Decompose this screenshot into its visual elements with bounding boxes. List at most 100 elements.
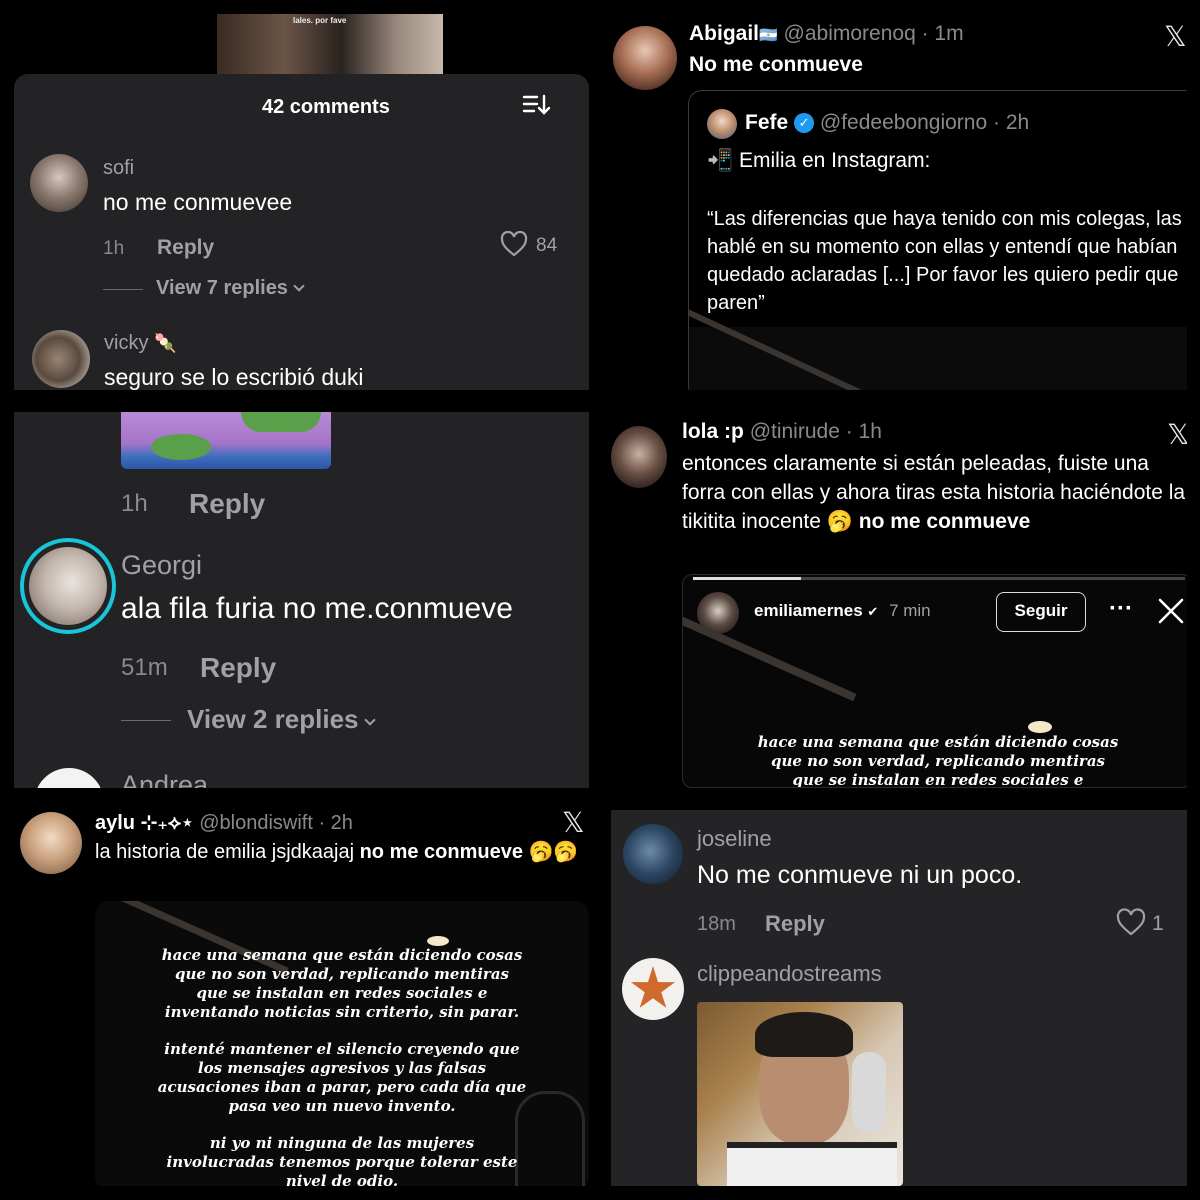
comment-time: 18m: [697, 913, 736, 935]
story-ring[interactable]: [20, 538, 116, 634]
comment-username[interactable]: joseline: [697, 826, 772, 852]
story-text-line: involucradas tenemos porque tolerar este: [166, 1153, 518, 1171]
avatar: [29, 547, 107, 625]
story-text-line: ni yo ni ninguna de las mujeres: [209, 1134, 475, 1152]
reply-button[interactable]: Reply: [200, 652, 276, 684]
story-bokeh: [1028, 721, 1052, 733]
like-count: 1: [1152, 912, 1164, 935]
post-username[interactable]: Abigail: [689, 22, 759, 45]
verified-badge-icon: ✔: [867, 604, 879, 619]
post-text-bold: no me conmueve: [359, 841, 523, 863]
x-logo-icon[interactable]: 𝕏: [1164, 20, 1187, 53]
story-text-line: inventando noticias sin criterio, sin pa…: [164, 1003, 520, 1021]
avatar[interactable]: [20, 812, 82, 874]
comment-username[interactable]: vicky 🍡: [104, 332, 176, 355]
story-text-line: nivel de odio.: [285, 1172, 399, 1186]
post-handle-time[interactable]: @blondiswift · 2h: [199, 812, 353, 834]
story-progress-fill: [693, 577, 802, 580]
quoted-handle-time: @fedeebongiorno · 2h: [819, 111, 1030, 134]
gif-headphones: [852, 1052, 886, 1132]
comment-time: 51m: [121, 654, 168, 681]
heart-icon[interactable]: [1116, 908, 1146, 941]
chevron-down-icon: [363, 714, 376, 726]
gif-person-hair: [755, 1012, 853, 1057]
panel-tiktok-comments-3: joseline No me conmueve ni un poco. 18m …: [611, 810, 1187, 1186]
story-text-line: hace una semana que están diciendo cosas: [161, 946, 523, 964]
post-text-bold: no me conmueve: [858, 510, 1031, 533]
sticker-hand: [151, 434, 211, 460]
comment-time: 1h: [121, 490, 148, 517]
sticker-hand: [241, 412, 321, 432]
follow-button[interactable]: Seguir: [996, 592, 1086, 632]
post-username[interactable]: lola :p: [682, 420, 744, 443]
comment-username[interactable]: sofi: [103, 157, 134, 180]
avatar[interactable]: [30, 154, 88, 212]
comment-gif-image[interactable]: [697, 1002, 903, 1186]
chevron-down-icon: [293, 280, 305, 292]
username-label: vicky: [104, 332, 149, 354]
comment-text: ala fila furia no me.conmueve: [121, 592, 513, 625]
story-text-line: que se instalan en redes sociales e: [792, 771, 1084, 788]
story-progress-bar: [693, 577, 1185, 580]
story-light-streak: [683, 616, 857, 702]
more-icon[interactable]: ···: [1109, 595, 1133, 623]
avatar[interactable]: [623, 824, 683, 884]
avatar[interactable]: [611, 426, 667, 488]
x-logo-icon[interactable]: 𝕏: [562, 810, 585, 839]
sort-icon[interactable]: [522, 93, 552, 117]
avatar: [707, 109, 737, 139]
comments-count: 42 comments: [262, 96, 390, 118]
comment-username[interactable]: clippeandostreams: [697, 961, 882, 987]
video-thumbnail[interactable]: lales. por fave: [217, 14, 443, 74]
comment-text: No me conmueve ni un poco.: [697, 861, 1023, 889]
replies-divider: [103, 289, 143, 290]
quoted-header: Fefe ✓ @fedeebongiorno · 2h: [745, 111, 1029, 135]
post-username[interactable]: aylu ⊹₊⟡⋆: [95, 812, 194, 834]
x-logo-icon[interactable]: 𝕏: [1167, 418, 1187, 451]
story-text-line: intenté mantener el silencio creyendo qu…: [164, 1040, 520, 1058]
panel-tiktok-comments-1: lales. por fave 42 comments sofi no me c…: [14, 14, 589, 390]
quoted-post[interactable]: Fefe ✓ @fedeebongiorno · 2h 📲 Emilia en …: [688, 90, 1187, 390]
media-light-streak: [689, 305, 861, 390]
quoted-line1: 📲 Emilia en Instagram:: [707, 149, 931, 172]
yawn-emoji: 🥱🥱: [528, 841, 579, 863]
view-replies-button[interactable]: View 7 replies: [156, 277, 305, 300]
avatar[interactable]: [32, 330, 90, 388]
quoted-media: [689, 305, 1187, 390]
reply-button[interactable]: Reply: [157, 236, 214, 260]
view-replies-label: View 7 replies: [156, 277, 288, 299]
heart-icon[interactable]: [500, 230, 528, 262]
reply-button[interactable]: Reply: [765, 911, 825, 937]
reply-button[interactable]: Reply: [189, 488, 265, 520]
story-text-line: pasa veo un nuevo invento.: [228, 1097, 456, 1115]
sticker-image: [121, 412, 331, 469]
panel-x-post-lola: lola :p @tinirude · 1h 𝕏 entonces claram…: [611, 412, 1187, 788]
post-text: No me conmueve: [689, 53, 863, 76]
post-header: Abigail🇦🇷 @abimorenoq · 1m: [689, 22, 964, 46]
avatar-star: [630, 966, 676, 1008]
post-header: lola :p @tinirude · 1h: [682, 420, 882, 444]
dango-emoji: 🍡: [154, 333, 177, 353]
close-icon[interactable]: [1157, 597, 1185, 630]
story-bokeh: [427, 936, 449, 946]
gif-shirt: [727, 1142, 897, 1186]
avatar[interactable]: [622, 958, 684, 1020]
panel-x-post-abigail: Abigail🇦🇷 @abimorenoq · 1m 𝕏 No me conmu…: [611, 14, 1187, 390]
post-media-story[interactable]: hace una semana que están diciendo cosas…: [95, 901, 589, 1186]
comment-username[interactable]: Georgi: [121, 550, 202, 581]
story-time: 7 min: [889, 601, 931, 620]
comment-username[interactable]: Andrea: [121, 770, 208, 788]
post-header: aylu ⊹₊⟡⋆ @blondiswift · 2h: [95, 810, 353, 835]
post-text: la historia de emilia jsjdkaajaj no me c…: [95, 838, 585, 866]
story-username: emiliamernes: [754, 601, 863, 620]
avatar[interactable]: [613, 26, 677, 90]
embedded-story[interactable]: emiliamernes ✔ 7 min Seguir ··· hace una…: [682, 574, 1187, 788]
comment-text: seguro se lo escribió duki: [104, 364, 364, 390]
view-replies-button[interactable]: View 2 replies: [187, 704, 376, 735]
avatar[interactable]: [34, 768, 104, 788]
post-handle-time[interactable]: @tinirude · 1h: [750, 420, 882, 443]
post-handle-time[interactable]: @abimorenoq · 1m: [784, 22, 964, 45]
comments-sheet: 42 comments sofi no me conmuevee 1h Repl…: [14, 74, 589, 390]
view-replies-label: View 2 replies: [187, 704, 359, 734]
story-text-line: los mensajes agresivos y las falsas: [197, 1059, 487, 1077]
